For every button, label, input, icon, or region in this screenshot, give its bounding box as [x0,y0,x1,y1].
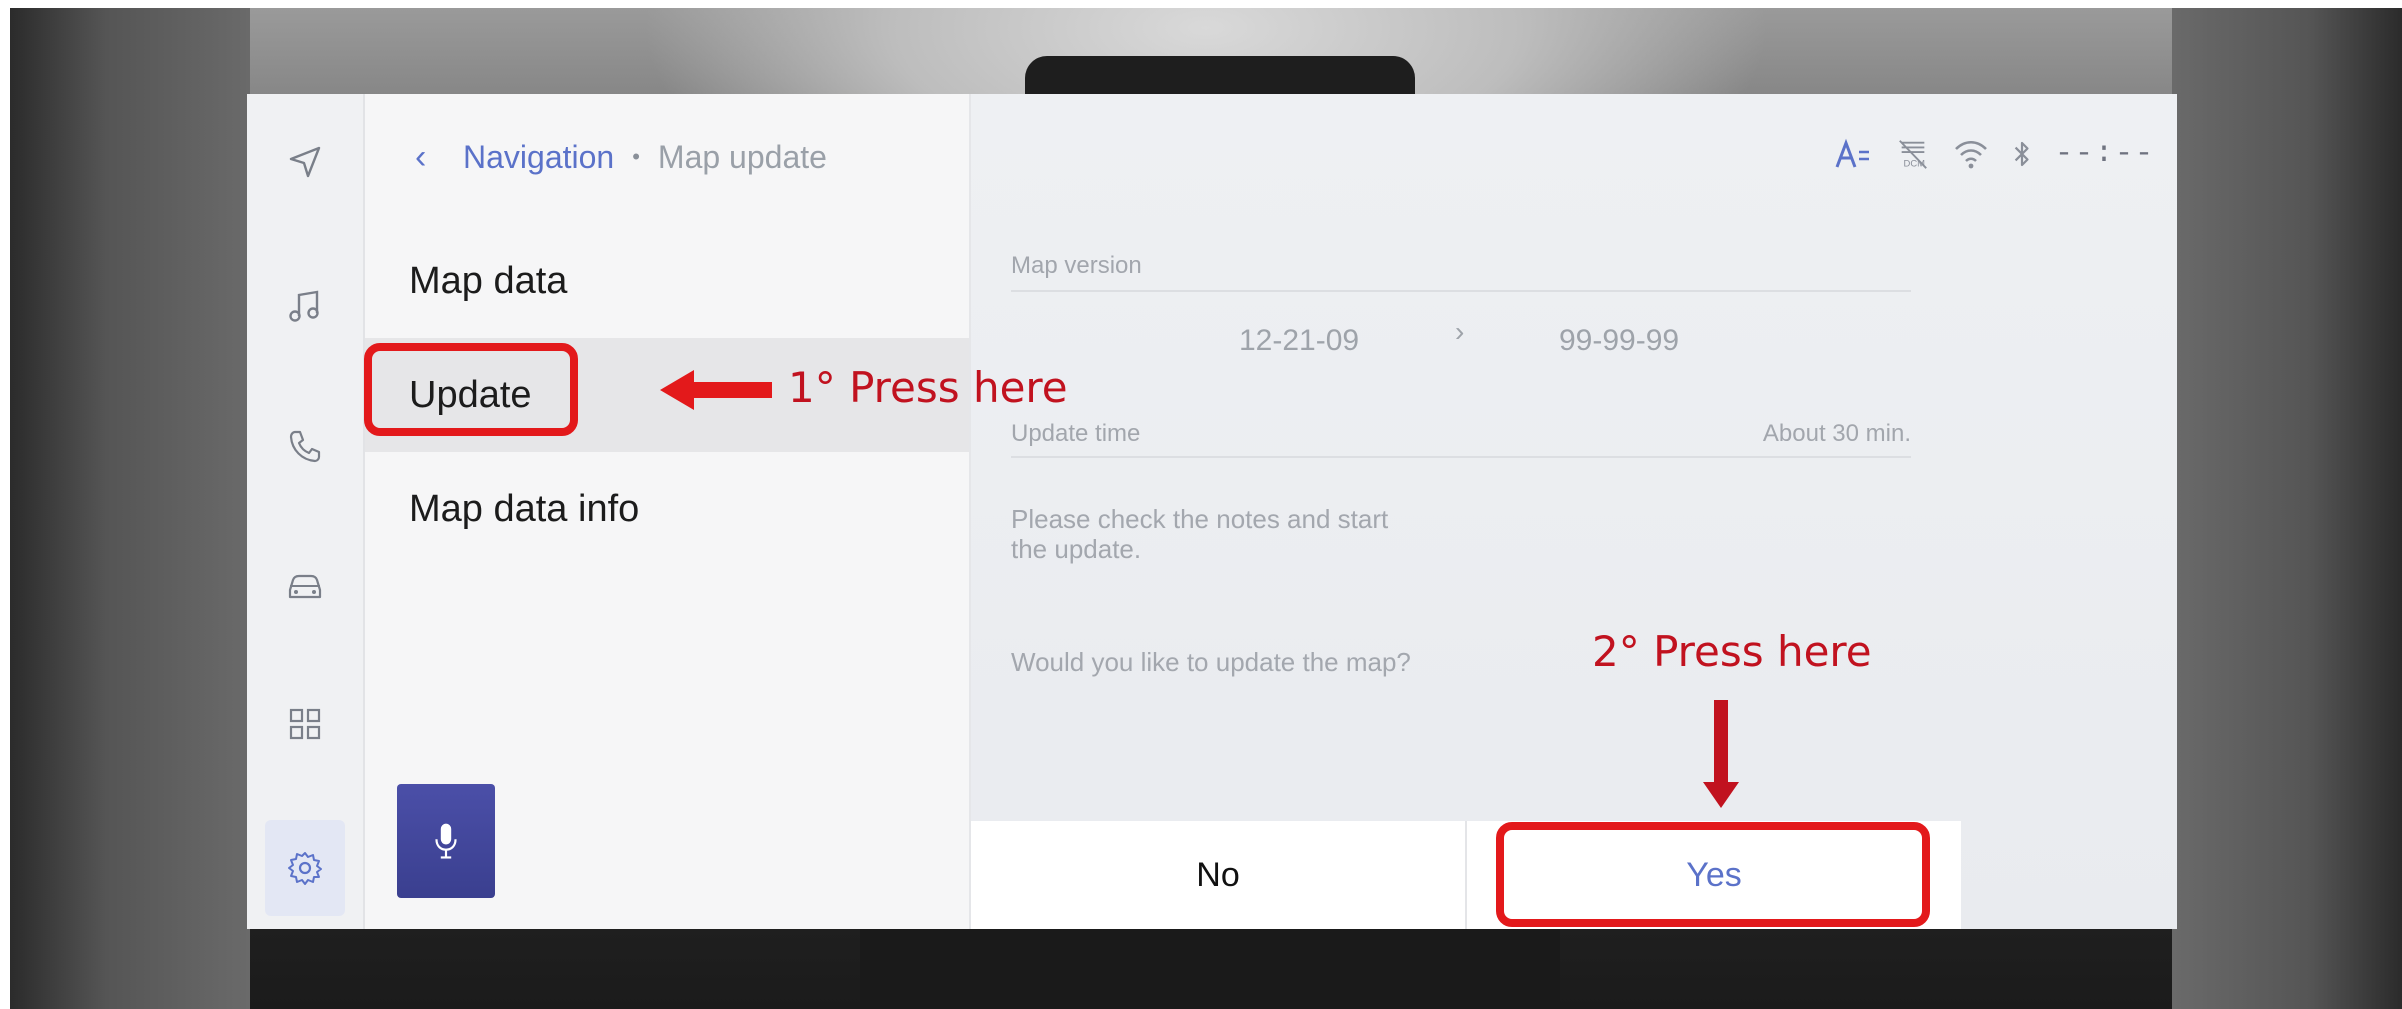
breadcrumb-separator: • [632,144,640,169]
center-console [860,928,1560,1009]
step-1-annotation: 1° Press here [788,363,1068,412]
down-arrow-icon [1703,700,1739,808]
no-button[interactable]: No [971,821,1467,929]
settings-icon [288,852,322,885]
door-left [10,8,250,1009]
rail-vehicle[interactable] [265,546,345,626]
divider [1011,456,1911,458]
breadcrumb-navigation-link[interactable]: Navigation [463,139,614,176]
door-right [2172,8,2402,1009]
wifi-icon [1955,140,1987,169]
font-size-icon [1835,138,1869,168]
divider [1011,290,1911,292]
clock: --:-- [2054,137,2155,171]
bluetooth-icon [2014,141,2029,167]
yes-highlight-box [1496,822,1930,927]
map-update-detail-pane: DCM --:-- Map version 12-21-09 › 99-99-9… [971,94,2177,929]
settings-menu-pane: ‹ Navigation • Map update Map data Updat… [365,94,971,929]
update-highlight-box [364,343,578,436]
version-arrow-icon: › [1455,316,1465,347]
status-bar: DCM --:-- [1833,134,2155,174]
rail-settings[interactable] [265,820,345,916]
breadcrumb: ‹ Navigation • Map update [415,132,827,182]
music-icon [289,290,319,322]
apps-icon [289,708,321,740]
back-icon[interactable]: ‹ [415,138,445,177]
rail-navigation[interactable] [265,122,345,202]
navigation-icon [289,146,321,178]
step-2-annotation: 2° Press here [1592,627,1872,676]
infotainment-screen: ‹ Navigation • Map update Map data Updat… [247,94,2177,929]
rail-apps[interactable] [265,684,345,764]
menu-item-map-data-info[interactable]: Map data info [365,452,969,566]
update-question: Would you like to update the map? [1011,647,1411,677]
current-map-version: 12-21-09 [1239,324,1360,357]
microphone-icon [435,823,457,859]
update-time-label: Update time [1011,420,1141,447]
notes-message: Please check the notes and start the upd… [1011,504,1389,564]
phone-icon [289,430,321,463]
rail-phone[interactable] [265,406,345,486]
left-arrow-icon [660,370,772,410]
map-version-label: Map version [1011,252,1142,279]
update-time-value: About 30 min. [1762,420,1911,447]
rail-music[interactable] [265,266,345,346]
voice-button[interactable] [397,784,495,898]
new-map-version: 99-99-99 [1559,324,1680,357]
menu-item-map-data[interactable]: Map data [365,224,969,338]
dcm-disabled-icon: DCM [1899,140,1927,169]
app-rail [247,94,365,929]
breadcrumb-current: Map update [657,138,827,175]
car-icon [288,574,322,599]
